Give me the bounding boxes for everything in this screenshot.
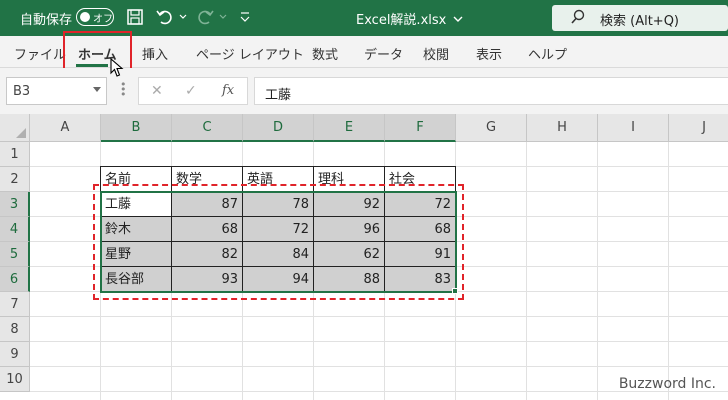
- row-header-5[interactable]: 5: [0, 242, 30, 267]
- gridline-horizontal: [30, 341, 728, 342]
- toggle-knob: [80, 12, 90, 22]
- tab-formulas[interactable]: 数式: [312, 44, 338, 63]
- autosave-toggle-label: オフ: [93, 14, 113, 25]
- enter-icon[interactable]: ✓: [185, 83, 197, 99]
- formula-value: 工藤: [265, 88, 292, 103]
- search-input[interactable]: 検索 (Alt+Q): [552, 5, 728, 31]
- selection-annotation: [93, 184, 464, 300]
- name-box-value: B3: [13, 84, 31, 99]
- chevron-down-icon: [93, 87, 101, 92]
- more-options-icon[interactable]: • • •: [120, 79, 127, 100]
- row-header-7[interactable]: 7: [0, 292, 30, 317]
- search-placeholder: 検索 (Alt+Q): [600, 14, 680, 29]
- row-header-1[interactable]: 1: [0, 142, 30, 167]
- column-header-h[interactable]: H: [527, 114, 598, 142]
- autosave-toggle[interactable]: オフ: [76, 8, 114, 26]
- row-header-6[interactable]: 6: [0, 267, 30, 292]
- row-header-9[interactable]: 9: [0, 342, 30, 367]
- file-name-text: Excel解説.xlsx: [356, 13, 447, 28]
- column-header-a[interactable]: A: [30, 114, 101, 142]
- row-header-8[interactable]: 8: [0, 317, 30, 342]
- row-header-4[interactable]: 4: [0, 217, 30, 242]
- redo-dropdown-icon[interactable]: [218, 8, 228, 30]
- column-header-e[interactable]: E: [314, 114, 385, 142]
- row-header-3[interactable]: 3: [0, 192, 30, 217]
- file-name[interactable]: Excel解説.xlsx: [356, 9, 463, 28]
- tab-file[interactable]: ファイル: [14, 44, 66, 63]
- column-header-g[interactable]: G: [456, 114, 527, 142]
- row-header-2[interactable]: 2: [0, 167, 30, 192]
- column-header-b[interactable]: B: [101, 114, 172, 142]
- autosave-label: 自動保存: [20, 13, 73, 28]
- select-all-icon: [16, 128, 26, 138]
- gridline-vertical: [597, 142, 598, 400]
- tab-review[interactable]: 校閲: [423, 44, 449, 63]
- undo-dropdown-icon[interactable]: [178, 8, 188, 30]
- undo-icon[interactable]: [154, 6, 176, 28]
- column-header-i[interactable]: I: [598, 114, 669, 142]
- tab-view[interactable]: 表示: [476, 44, 502, 63]
- save-icon[interactable]: [124, 6, 146, 28]
- gridline-vertical: [526, 142, 527, 400]
- gridline-horizontal: [30, 316, 728, 317]
- tab-help[interactable]: ヘルプ: [528, 44, 567, 63]
- row-header-10[interactable]: 10: [0, 367, 30, 392]
- tab-data[interactable]: データ: [364, 44, 403, 63]
- gridline-vertical: [668, 142, 669, 400]
- tab-page-layout[interactable]: ページ レイアウト: [196, 44, 304, 63]
- insert-function-icon[interactable]: fx: [222, 83, 234, 98]
- customize-toolbar-icon[interactable]: [238, 8, 252, 30]
- name-box[interactable]: B3: [6, 77, 107, 105]
- column-header-c[interactable]: C: [172, 114, 243, 142]
- mouse-cursor-icon: [110, 58, 124, 77]
- search-icon: [570, 9, 586, 29]
- tab-insert[interactable]: 挿入: [142, 44, 168, 63]
- redo-icon[interactable]: [194, 6, 216, 28]
- chevron-down-icon: [453, 16, 463, 22]
- column-header-d[interactable]: D: [243, 114, 314, 142]
- gridline-horizontal: [30, 366, 728, 367]
- select-all-button[interactable]: [0, 114, 30, 142]
- cancel-icon[interactable]: ✕: [151, 83, 163, 99]
- worksheet-grid: A B C D E F G H I J 1 2 3 4 5 6 7 8 9 10 名前 数学 英語 理科 社会 工藤 87 78 92 7…: [0, 114, 728, 400]
- formula-input[interactable]: 工藤: [254, 77, 728, 105]
- column-header-j[interactable]: J: [669, 114, 728, 142]
- column-header-f[interactable]: F: [385, 114, 456, 142]
- formula-buttons: ✕ ✓ fx: [138, 77, 248, 105]
- watermark: Buzzword Inc.: [618, 376, 716, 392]
